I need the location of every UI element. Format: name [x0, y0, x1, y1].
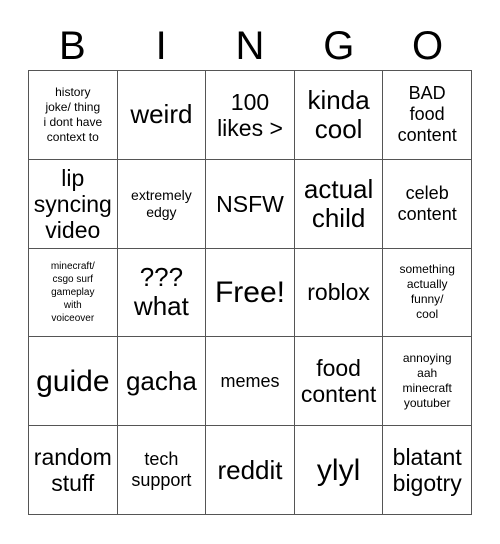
bingo-cell[interactable]: gacha — [117, 337, 206, 426]
bingo-cell-label: something actually funny/ cool — [399, 262, 455, 322]
bingo-cell[interactable]: reddit — [206, 426, 294, 514]
bingo-header-letter-b: B — [59, 24, 86, 68]
bingo-cell[interactable]: tech support — [117, 426, 206, 514]
bingo-cell[interactable]: blatant bigotry — [383, 426, 471, 514]
bingo-cell[interactable]: something actually funny/ cool — [383, 248, 471, 337]
bingo-cell[interactable]: weird — [117, 71, 206, 159]
bingo-cell-label: minecraft/ csgo surf gameplay with voice… — [50, 260, 95, 324]
bingo-cell-label: lip syncing video — [33, 164, 112, 243]
bingo-cell-label: memes — [220, 370, 280, 391]
bingo-cell-label: weird — [130, 99, 193, 130]
bingo-cell[interactable]: kinda cool — [294, 71, 383, 159]
bingo-cell-label: celeb content — [397, 182, 457, 224]
bingo-header-letter-i: I — [155, 24, 167, 68]
bingo-cell[interactable]: NSFW — [206, 159, 294, 248]
bingo-cell-label: gacha — [125, 365, 197, 396]
bingo-cell[interactable]: celeb content — [383, 159, 471, 248]
bingo-card: B I N G O history joke/ thing i dont have co… — [0, 0, 500, 544]
bingo-cell[interactable]: roblox — [294, 248, 383, 337]
bingo-cell-label: BAD food content — [397, 83, 457, 146]
bingo-cell-label: guide — [36, 364, 110, 398]
bingo-cell-label: annoying aah minecraft youtuber — [402, 351, 452, 411]
bingo-cell[interactable]: ??? what — [117, 248, 206, 337]
bingo-cell[interactable]: random stuff — [29, 426, 117, 514]
bingo-cell-label: ??? what — [133, 262, 189, 322]
bingo-cell-label: extremely edgy — [131, 186, 192, 220]
bingo-cell-label: blatant bigotry — [392, 444, 462, 497]
bingo-cell[interactable]: guide — [29, 337, 117, 426]
bingo-cell[interactable]: minecraft/ csgo surf gameplay with voice… — [29, 248, 117, 337]
bingo-cell-label: ylyl — [316, 453, 361, 487]
bingo-cell-label: Free! — [214, 275, 285, 309]
bingo-cell-label: tech support — [131, 449, 192, 491]
bingo-grid: history joke/ thing i dont have context … — [28, 70, 472, 515]
bingo-cell[interactable]: ylyl — [294, 426, 383, 514]
bingo-cell[interactable]: history joke/ thing i dont have context … — [29, 71, 117, 159]
bingo-cell[interactable]: memes — [206, 337, 294, 426]
bingo-cell-label: 100 likes > — [217, 88, 283, 141]
bingo-cell-label: NSFW — [216, 190, 284, 217]
bingo-free-space-cell[interactable]: Free! — [206, 248, 294, 337]
bingo-cell-label: kinda cool — [307, 84, 370, 144]
bingo-cell-label: actual child — [303, 173, 374, 233]
bingo-cell-label: reddit — [217, 454, 283, 485]
bingo-cell[interactable]: extremely edgy — [117, 159, 206, 248]
bingo-cell-label: history joke/ thing i dont have context … — [43, 84, 103, 144]
bingo-cell-label: roblox — [307, 279, 370, 306]
bingo-header-letter-n: N — [235, 24, 265, 68]
bingo-cell-label: random stuff — [33, 444, 112, 497]
bingo-cell[interactable]: 100 likes > — [206, 71, 294, 159]
bingo-cell[interactable]: BAD food content — [383, 71, 471, 159]
bingo-cell[interactable]: lip syncing video — [29, 159, 117, 248]
bingo-header-row: BINGO — [28, 22, 472, 70]
bingo-cell-label: food content — [300, 355, 377, 408]
bingo-cell[interactable]: annoying aah minecraft youtuber — [383, 337, 471, 426]
bingo-header-letter-g: G — [323, 24, 355, 68]
bingo-cell[interactable]: actual child — [294, 159, 383, 248]
bingo-header-letter-o: O — [412, 24, 444, 68]
bingo-cell[interactable]: food content — [294, 337, 383, 426]
